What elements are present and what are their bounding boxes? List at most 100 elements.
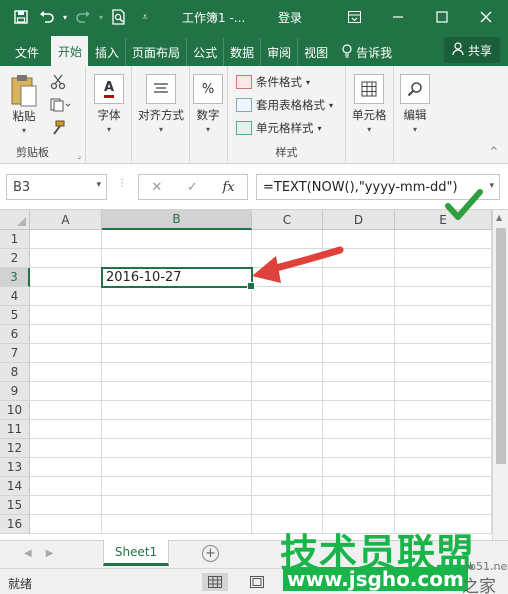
tab-review[interactable]: 审阅	[260, 38, 297, 66]
column-header-b[interactable]: B	[102, 210, 252, 230]
splitter-handle[interactable]: ⋮	[117, 178, 127, 189]
row-header[interactable]: 2	[0, 249, 30, 268]
format-painter-icon[interactable]	[50, 120, 66, 139]
grid-cell[interactable]	[323, 268, 395, 287]
number-button[interactable]: % 数字 ▾	[193, 74, 223, 134]
formula-input[interactable]: =TEXT(NOW(),"yyyy-mm-dd") ▾	[256, 174, 500, 200]
grid-cell[interactable]	[102, 306, 252, 325]
grid-cell[interactable]	[323, 344, 395, 363]
grid-cell[interactable]	[30, 382, 102, 401]
grid-cell[interactable]	[102, 363, 252, 382]
tab-home[interactable]: 开始	[51, 36, 89, 66]
tab-data[interactable]: 数据	[223, 38, 260, 66]
grid-cell[interactable]	[252, 325, 323, 344]
grid-cell[interactable]	[252, 458, 323, 477]
name-box[interactable]: B3 ▾	[6, 174, 107, 200]
share-button[interactable]: 共享	[443, 37, 500, 63]
grid-cell[interactable]	[252, 420, 323, 439]
grid-cell[interactable]	[30, 344, 102, 363]
grid-cell[interactable]	[252, 344, 323, 363]
row-header[interactable]: 12	[0, 439, 30, 458]
select-all-button[interactable]	[0, 210, 30, 230]
grid-cell[interactable]	[395, 496, 492, 515]
grid-cell[interactable]	[102, 287, 252, 306]
cancel-icon[interactable]: ✕	[151, 180, 162, 195]
row-header[interactable]: 9	[0, 382, 30, 401]
grid-cell[interactable]	[395, 477, 492, 496]
grid-cell[interactable]	[252, 306, 323, 325]
tab-view[interactable]: 视图	[297, 38, 334, 66]
row-header[interactable]: 3	[0, 268, 30, 287]
column-header-a[interactable]: A	[30, 210, 102, 230]
maximize-icon[interactable]	[420, 0, 464, 34]
grid-cell[interactable]	[252, 496, 323, 515]
alignment-button[interactable]: 对齐方式 ▾	[134, 74, 188, 134]
chevron-down-icon[interactable]: ▾	[96, 180, 101, 190]
cell-styles-button[interactable]: 单元格样式 ▾	[236, 120, 322, 136]
grid-cell[interactable]	[102, 249, 252, 268]
grid-cell[interactable]	[30, 458, 102, 477]
grid-cell[interactable]	[30, 477, 102, 496]
grid-cell[interactable]	[102, 496, 252, 515]
grid-cell[interactable]	[323, 458, 395, 477]
grid-cell[interactable]	[323, 496, 395, 515]
vertical-scrollbar[interactable]: ▲	[492, 210, 508, 540]
tab-insert[interactable]: 插入	[88, 38, 125, 66]
format-as-table-button[interactable]: 套用表格格式 ▾	[236, 97, 333, 113]
editing-button[interactable]: 编辑 ▾	[400, 74, 430, 134]
grid-cell[interactable]	[252, 268, 323, 287]
insert-function-button[interactable]: fx	[222, 180, 234, 195]
grid-cell[interactable]	[323, 382, 395, 401]
column-header-c[interactable]: C	[252, 210, 323, 230]
grid-cell[interactable]	[30, 325, 102, 344]
grid-cell[interactable]	[395, 268, 492, 287]
grid-cell[interactable]	[102, 382, 252, 401]
grid-cell[interactable]	[252, 363, 323, 382]
grid-cell[interactable]	[30, 363, 102, 382]
grid-cell[interactable]	[30, 249, 102, 268]
sheet-nav-icon[interactable]: ◀▶	[24, 548, 67, 559]
minimize-icon[interactable]	[376, 0, 420, 34]
grid-cell[interactable]	[30, 420, 102, 439]
grid-cell[interactable]	[102, 401, 252, 420]
grid-cell[interactable]	[102, 515, 252, 534]
grid-cell[interactable]	[395, 439, 492, 458]
grid-cell[interactable]	[323, 477, 395, 496]
close-icon[interactable]	[464, 0, 508, 34]
grid-cell[interactable]	[30, 401, 102, 420]
grid-cell[interactable]	[323, 287, 395, 306]
grid-cell[interactable]	[30, 230, 102, 249]
collapse-ribbon-icon[interactable]: ^	[490, 146, 498, 157]
grid-cell[interactable]	[30, 306, 102, 325]
selected-cell[interactable]: 2016-10-27	[101, 267, 255, 290]
customize-icon[interactable]: ⩡	[132, 4, 158, 30]
grid-cell[interactable]	[395, 363, 492, 382]
grid-cell[interactable]	[102, 344, 252, 363]
column-header-d[interactable]: D	[323, 210, 395, 230]
grid-cell[interactable]	[395, 249, 492, 268]
grid-cell[interactable]	[395, 401, 492, 420]
add-sheet-icon[interactable]: +	[202, 545, 219, 562]
tab-formulas[interactable]: 公式	[186, 38, 223, 66]
grid-cell[interactable]	[395, 287, 492, 306]
grid-cell[interactable]	[323, 325, 395, 344]
chevron-down-icon[interactable]: ▾	[60, 4, 70, 30]
grid-cell[interactable]	[30, 496, 102, 515]
grid-cell[interactable]	[252, 439, 323, 458]
save-icon[interactable]	[8, 4, 34, 30]
tab-file[interactable]: 文件	[0, 38, 51, 66]
grid-cell[interactable]	[323, 363, 395, 382]
row-header[interactable]: 1	[0, 230, 30, 249]
row-header[interactable]: 14	[0, 477, 30, 496]
grid-cell[interactable]	[395, 458, 492, 477]
grid-cell[interactable]	[252, 249, 323, 268]
enter-icon[interactable]: ✓	[187, 180, 198, 195]
row-header[interactable]: 8	[0, 363, 30, 382]
cells-button[interactable]: 单元格 ▾	[352, 74, 387, 134]
normal-view-icon[interactable]	[202, 573, 228, 591]
grid-cell[interactable]	[102, 420, 252, 439]
undo-icon[interactable]	[34, 4, 60, 30]
row-header[interactable]: 7	[0, 344, 30, 363]
chevron-down-icon[interactable]: ▾	[96, 4, 106, 30]
tell-me-search[interactable]: 告诉我	[342, 38, 392, 66]
